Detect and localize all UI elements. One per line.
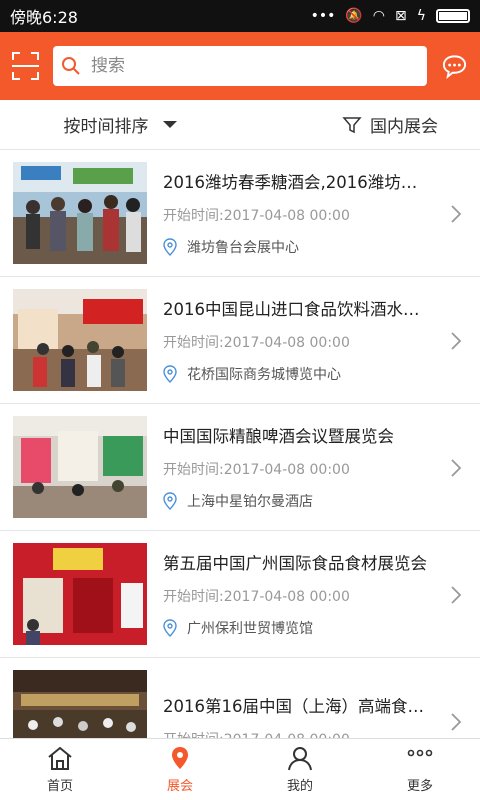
event-photo (13, 162, 147, 264)
location-pin-icon (163, 365, 177, 383)
event-item[interactable]: 2016第16届中国（上海）高端食品展 开始时间:2017-04-08 00:0… (0, 658, 480, 738)
event-start-time: 开始时间:2017-04-08 00:00 (163, 208, 350, 224)
event-item[interactable]: 2016中国昆山进口食品饮料酒水展览会 开始时间:2017-04-08 00:0… (0, 277, 480, 404)
event-start-time: 开始时间:2017-04-08 00:00 (163, 589, 350, 605)
event-photo (13, 670, 147, 738)
event-item[interactable]: 中国国际精酿啤酒会议暨展览会 开始时间:2017-04-08 00:00 上海中… (0, 404, 480, 531)
event-title: 第五届中国广州国际食品食材展览会 (163, 554, 427, 573)
search-box[interactable] (53, 46, 427, 86)
region-label: 国内展会 (370, 117, 438, 137)
battery-icon (436, 9, 470, 23)
event-info: 第五届中国广州国际食品食材展览会 开始时间:2017-04-08 00:00 广… (163, 550, 433, 638)
charging-icon: ϟ (416, 8, 426, 24)
event-info: 2016中国昆山进口食品饮料酒水展览会 开始时间:2017-04-08 00:0… (163, 296, 433, 384)
status-time: 傍晚6:28 (10, 8, 78, 27)
event-photo (13, 543, 147, 645)
event-venue-name: 花桥国际商务城博览中心 (187, 367, 341, 383)
event-venue: 上海中星铂尔曼酒店 (163, 491, 433, 511)
location-pin-icon (163, 492, 177, 510)
search-icon (62, 57, 80, 75)
event-venue-name: 广州保利世贸博览馆 (187, 621, 313, 637)
tab-exhibitions[interactable]: 展会 (120, 739, 240, 800)
home-icon (48, 746, 72, 770)
sim-icon: ⊠ (395, 8, 407, 24)
region-filter[interactable]: 国内展会 (240, 112, 480, 137)
event-venue: 潍坊鲁台会展中心 (163, 237, 433, 257)
event-info: 2016潍坊春季糖酒会,2016潍坊春季糖酒会 开始时间:2017-04-08 … (163, 169, 433, 257)
tab-label: 更多 (406, 779, 433, 794)
sort-dropdown[interactable]: 按时间排序 (0, 112, 240, 137)
bottom-tab-bar: 首页 展会 我的 更多 (0, 738, 480, 800)
header (0, 32, 480, 100)
more-icon (407, 749, 433, 757)
tab-label: 首页 (46, 779, 73, 794)
search-input[interactable] (91, 56, 391, 76)
event-title: 2016第16届中国（上海）高端食品展 (163, 697, 433, 716)
event-venue: 广州保利世贸博览馆 (163, 618, 433, 638)
status-icons: ••• 🔕 ◠ ⊠ ϟ (311, 8, 470, 24)
chevron-right-icon (451, 332, 462, 350)
location-pin-icon (163, 238, 177, 256)
sort-label: 按时间排序 (63, 117, 149, 137)
tab-home[interactable]: 首页 (0, 739, 120, 800)
tab-more[interactable]: 更多 (360, 739, 480, 800)
user-icon (288, 747, 312, 771)
event-title: 2016中国昆山进口食品饮料酒水展览会 (163, 300, 433, 319)
location-icon (172, 747, 188, 769)
status-bar: 傍晚6:28 ••• 🔕 ◠ ⊠ ϟ (0, 0, 480, 32)
event-info: 中国国际精酿啤酒会议暨展览会 开始时间:2017-04-08 00:00 上海中… (163, 423, 433, 511)
event-list: 2016潍坊春季糖酒会,2016潍坊春季糖酒会 开始时间:2017-04-08 … (0, 150, 480, 738)
event-start-time: 开始时间:2017-04-08 00:00 (163, 335, 350, 351)
filter-bar: 按时间排序 国内展会 (0, 100, 480, 150)
chevron-right-icon (451, 459, 462, 477)
chevron-right-icon (451, 713, 462, 731)
event-item[interactable]: 2016潍坊春季糖酒会,2016潍坊春季糖酒会 开始时间:2017-04-08 … (0, 150, 480, 277)
tab-label: 我的 (286, 779, 313, 794)
tab-label: 展会 (166, 779, 193, 794)
event-start-time: 开始时间:2017-04-08 00:00 (163, 729, 433, 738)
event-venue-name: 上海中星铂尔曼酒店 (187, 494, 313, 510)
scan-icon[interactable] (12, 52, 39, 80)
wifi-icon: ◠ (372, 8, 386, 24)
location-pin-icon (163, 619, 177, 637)
dropdown-arrow-icon (162, 121, 177, 128)
mute-icon: 🔕 (345, 8, 363, 24)
event-photo (13, 416, 147, 518)
dots-icon: ••• (310, 8, 336, 24)
event-start-time: 开始时间:2017-04-08 00:00 (163, 462, 350, 478)
event-item[interactable]: 第五届中国广州国际食品食材展览会 开始时间:2017-04-08 00:00 广… (0, 531, 480, 658)
filter-icon (342, 116, 362, 133)
message-icon[interactable] (441, 52, 468, 80)
event-photo (13, 289, 147, 391)
event-venue-name: 潍坊鲁台会展中心 (187, 240, 299, 256)
event-title: 2016潍坊春季糖酒会,2016潍坊春季糖酒会 (163, 173, 433, 192)
chevron-right-icon (451, 586, 462, 604)
event-title: 中国国际精酿啤酒会议暨展览会 (163, 427, 394, 446)
chevron-right-icon (451, 205, 462, 223)
event-info: 2016第16届中国（上海）高端食品展 开始时间:2017-04-08 00:0… (163, 693, 433, 738)
tab-mine[interactable]: 我的 (240, 739, 360, 800)
event-venue: 花桥国际商务城博览中心 (163, 364, 433, 384)
